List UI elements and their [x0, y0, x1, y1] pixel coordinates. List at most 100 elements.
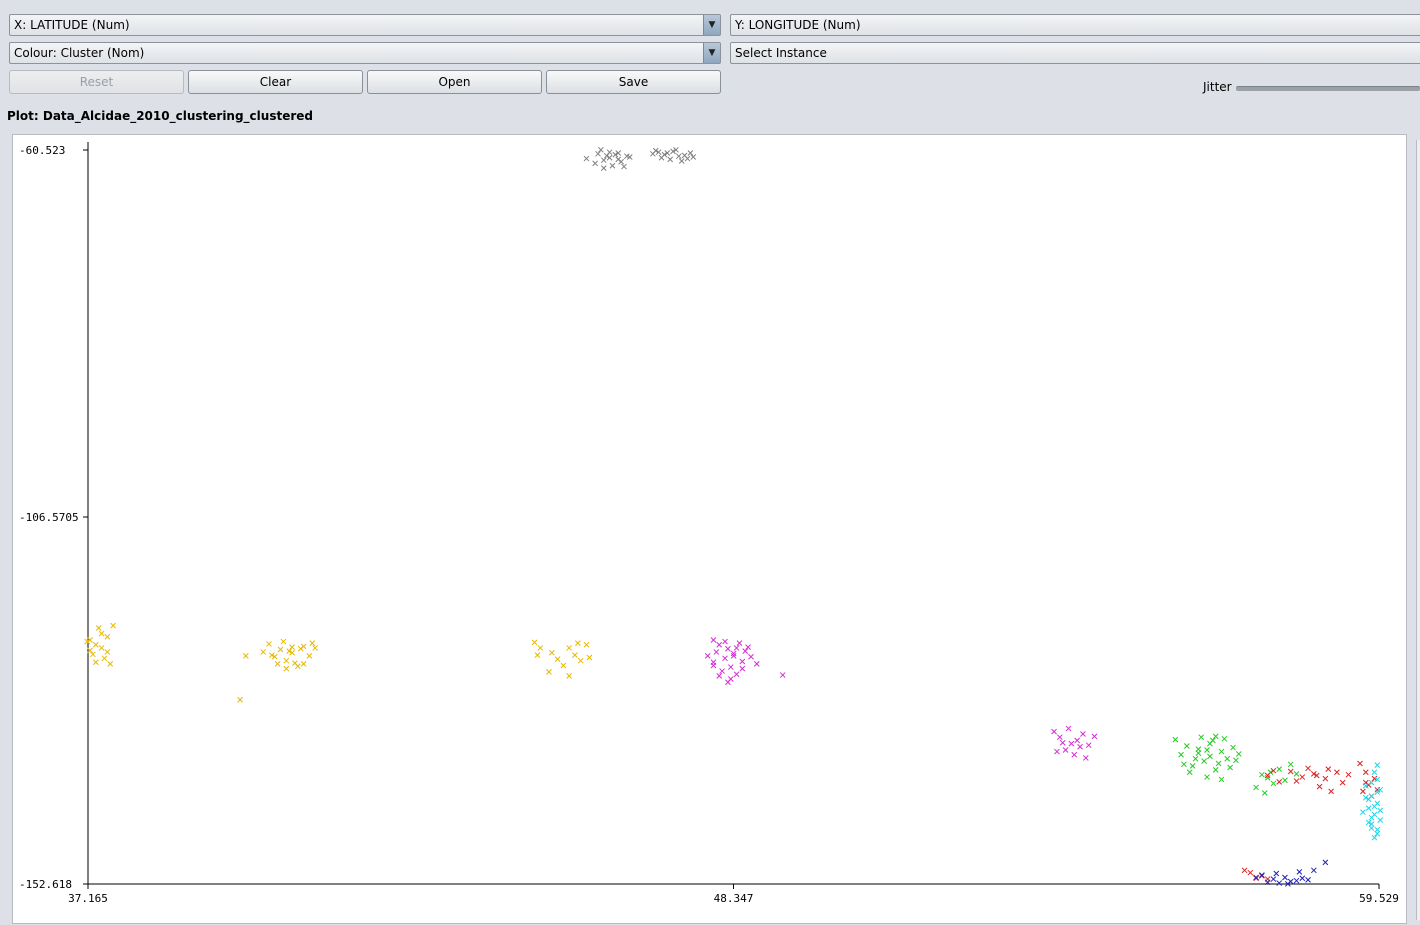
data-point [725, 679, 731, 686]
data-point [1371, 803, 1378, 810]
data-point [716, 641, 723, 648]
y-tick-label: -60.523 [19, 144, 65, 157]
data-point [1051, 728, 1057, 735]
data-point [1209, 737, 1216, 744]
data-point [577, 657, 584, 664]
plot-panel[interactable]: -60.523 -106.5705 -152.618 37.165 48.347 59.5… [12, 134, 1407, 924]
data-point [733, 645, 740, 651]
data-point [1282, 777, 1288, 784]
data-point [1365, 805, 1372, 811]
data-point [1233, 757, 1239, 764]
data-point [615, 156, 622, 163]
save-button-label: Save [618, 75, 649, 89]
colour-select[interactable]: Colour: Cluster (Nom) ▼ [9, 42, 721, 64]
data-point [1192, 755, 1199, 762]
data-point [1253, 874, 1259, 881]
data-point [1360, 809, 1366, 815]
data-point [266, 641, 272, 647]
jitter-slider[interactable] [1236, 86, 1420, 91]
x-tick-label: 37.165 [68, 892, 108, 905]
open-button[interactable]: Open [367, 70, 542, 94]
data-point [678, 158, 685, 164]
data-point [675, 153, 682, 160]
save-button[interactable]: Save [546, 70, 721, 94]
x-tick-label: 59.529 [1359, 892, 1399, 905]
data-point [1328, 788, 1334, 795]
data-point [1371, 834, 1378, 841]
data-point [1362, 769, 1369, 776]
data-point [603, 152, 610, 159]
data-point [1276, 766, 1283, 772]
x-axis-select-label: X: LATITUDE (Num) [14, 18, 130, 32]
data-point [1276, 778, 1283, 785]
data-point [1085, 742, 1092, 749]
data-point [1270, 780, 1277, 787]
data-point [101, 655, 108, 662]
scatter-plot[interactable]: -60.523 -106.5705 -152.61837.165 48.347 59.5… [13, 135, 1406, 923]
data-point [598, 146, 604, 153]
data-point [1201, 758, 1208, 764]
data-point [1259, 771, 1265, 778]
data-point [690, 154, 697, 160]
data-point [600, 165, 607, 172]
data-point [237, 696, 243, 703]
data-point [1056, 734, 1063, 741]
data-point [1293, 771, 1300, 777]
data-point [1377, 817, 1384, 823]
data-point [753, 661, 760, 667]
data-point [727, 664, 734, 670]
data-point [1296, 869, 1303, 875]
data-point [1218, 776, 1225, 783]
clear-button[interactable]: Clear [188, 70, 363, 94]
data-point [572, 652, 578, 658]
data-point [710, 637, 717, 643]
chevron-down-icon[interactable]: ▼ [703, 15, 720, 35]
data-point [1368, 779, 1375, 786]
data-point [566, 672, 573, 679]
data-point [1270, 876, 1277, 882]
data-point [739, 665, 746, 672]
data-point [1054, 748, 1060, 755]
data-point [1374, 762, 1381, 768]
data-point [560, 662, 567, 669]
data-point [1287, 768, 1294, 775]
data-point [566, 645, 573, 651]
data-point [1322, 775, 1329, 782]
data-point [546, 669, 552, 675]
data-point [1241, 867, 1248, 874]
data-point [722, 655, 728, 662]
reset-button[interactable]: Reset [9, 70, 184, 94]
open-button-label: Open [438, 75, 471, 89]
data-point [1065, 725, 1072, 732]
data-point [104, 633, 111, 640]
data-point [292, 660, 298, 666]
data-point [1204, 774, 1210, 780]
data-point [1080, 731, 1086, 737]
data-point [658, 154, 665, 161]
chevron-down-icon[interactable]: ▼ [703, 43, 720, 63]
data-point [1371, 769, 1378, 776]
data-point [1074, 737, 1081, 744]
data-point [1316, 783, 1323, 790]
data-point [1310, 867, 1317, 874]
data-point [592, 160, 598, 167]
data-point [1253, 784, 1259, 791]
data-point [1195, 746, 1202, 753]
data-point [716, 672, 723, 679]
data-point [1273, 870, 1280, 877]
data-point [1368, 814, 1375, 821]
data-point [260, 649, 267, 655]
data-point [1305, 877, 1311, 883]
x-axis-select[interactable]: X: LATITUDE (Num) ▼ [9, 14, 721, 36]
data-point [609, 162, 616, 169]
data-point [531, 639, 538, 646]
data-point [283, 665, 290, 672]
data-point [1189, 763, 1196, 769]
data-point [274, 661, 281, 667]
y-axis-select[interactable]: Y: LONGITUDE (Num) [730, 14, 1420, 36]
data-point [1071, 751, 1078, 758]
data-point [92, 659, 99, 666]
plot-title: Plot: Data_Alcidae_2010_clustering_clust… [7, 109, 313, 123]
select-instance-dropdown[interactable]: Select Instance [730, 42, 1420, 64]
x-tick-label: 48.347 [714, 892, 754, 905]
